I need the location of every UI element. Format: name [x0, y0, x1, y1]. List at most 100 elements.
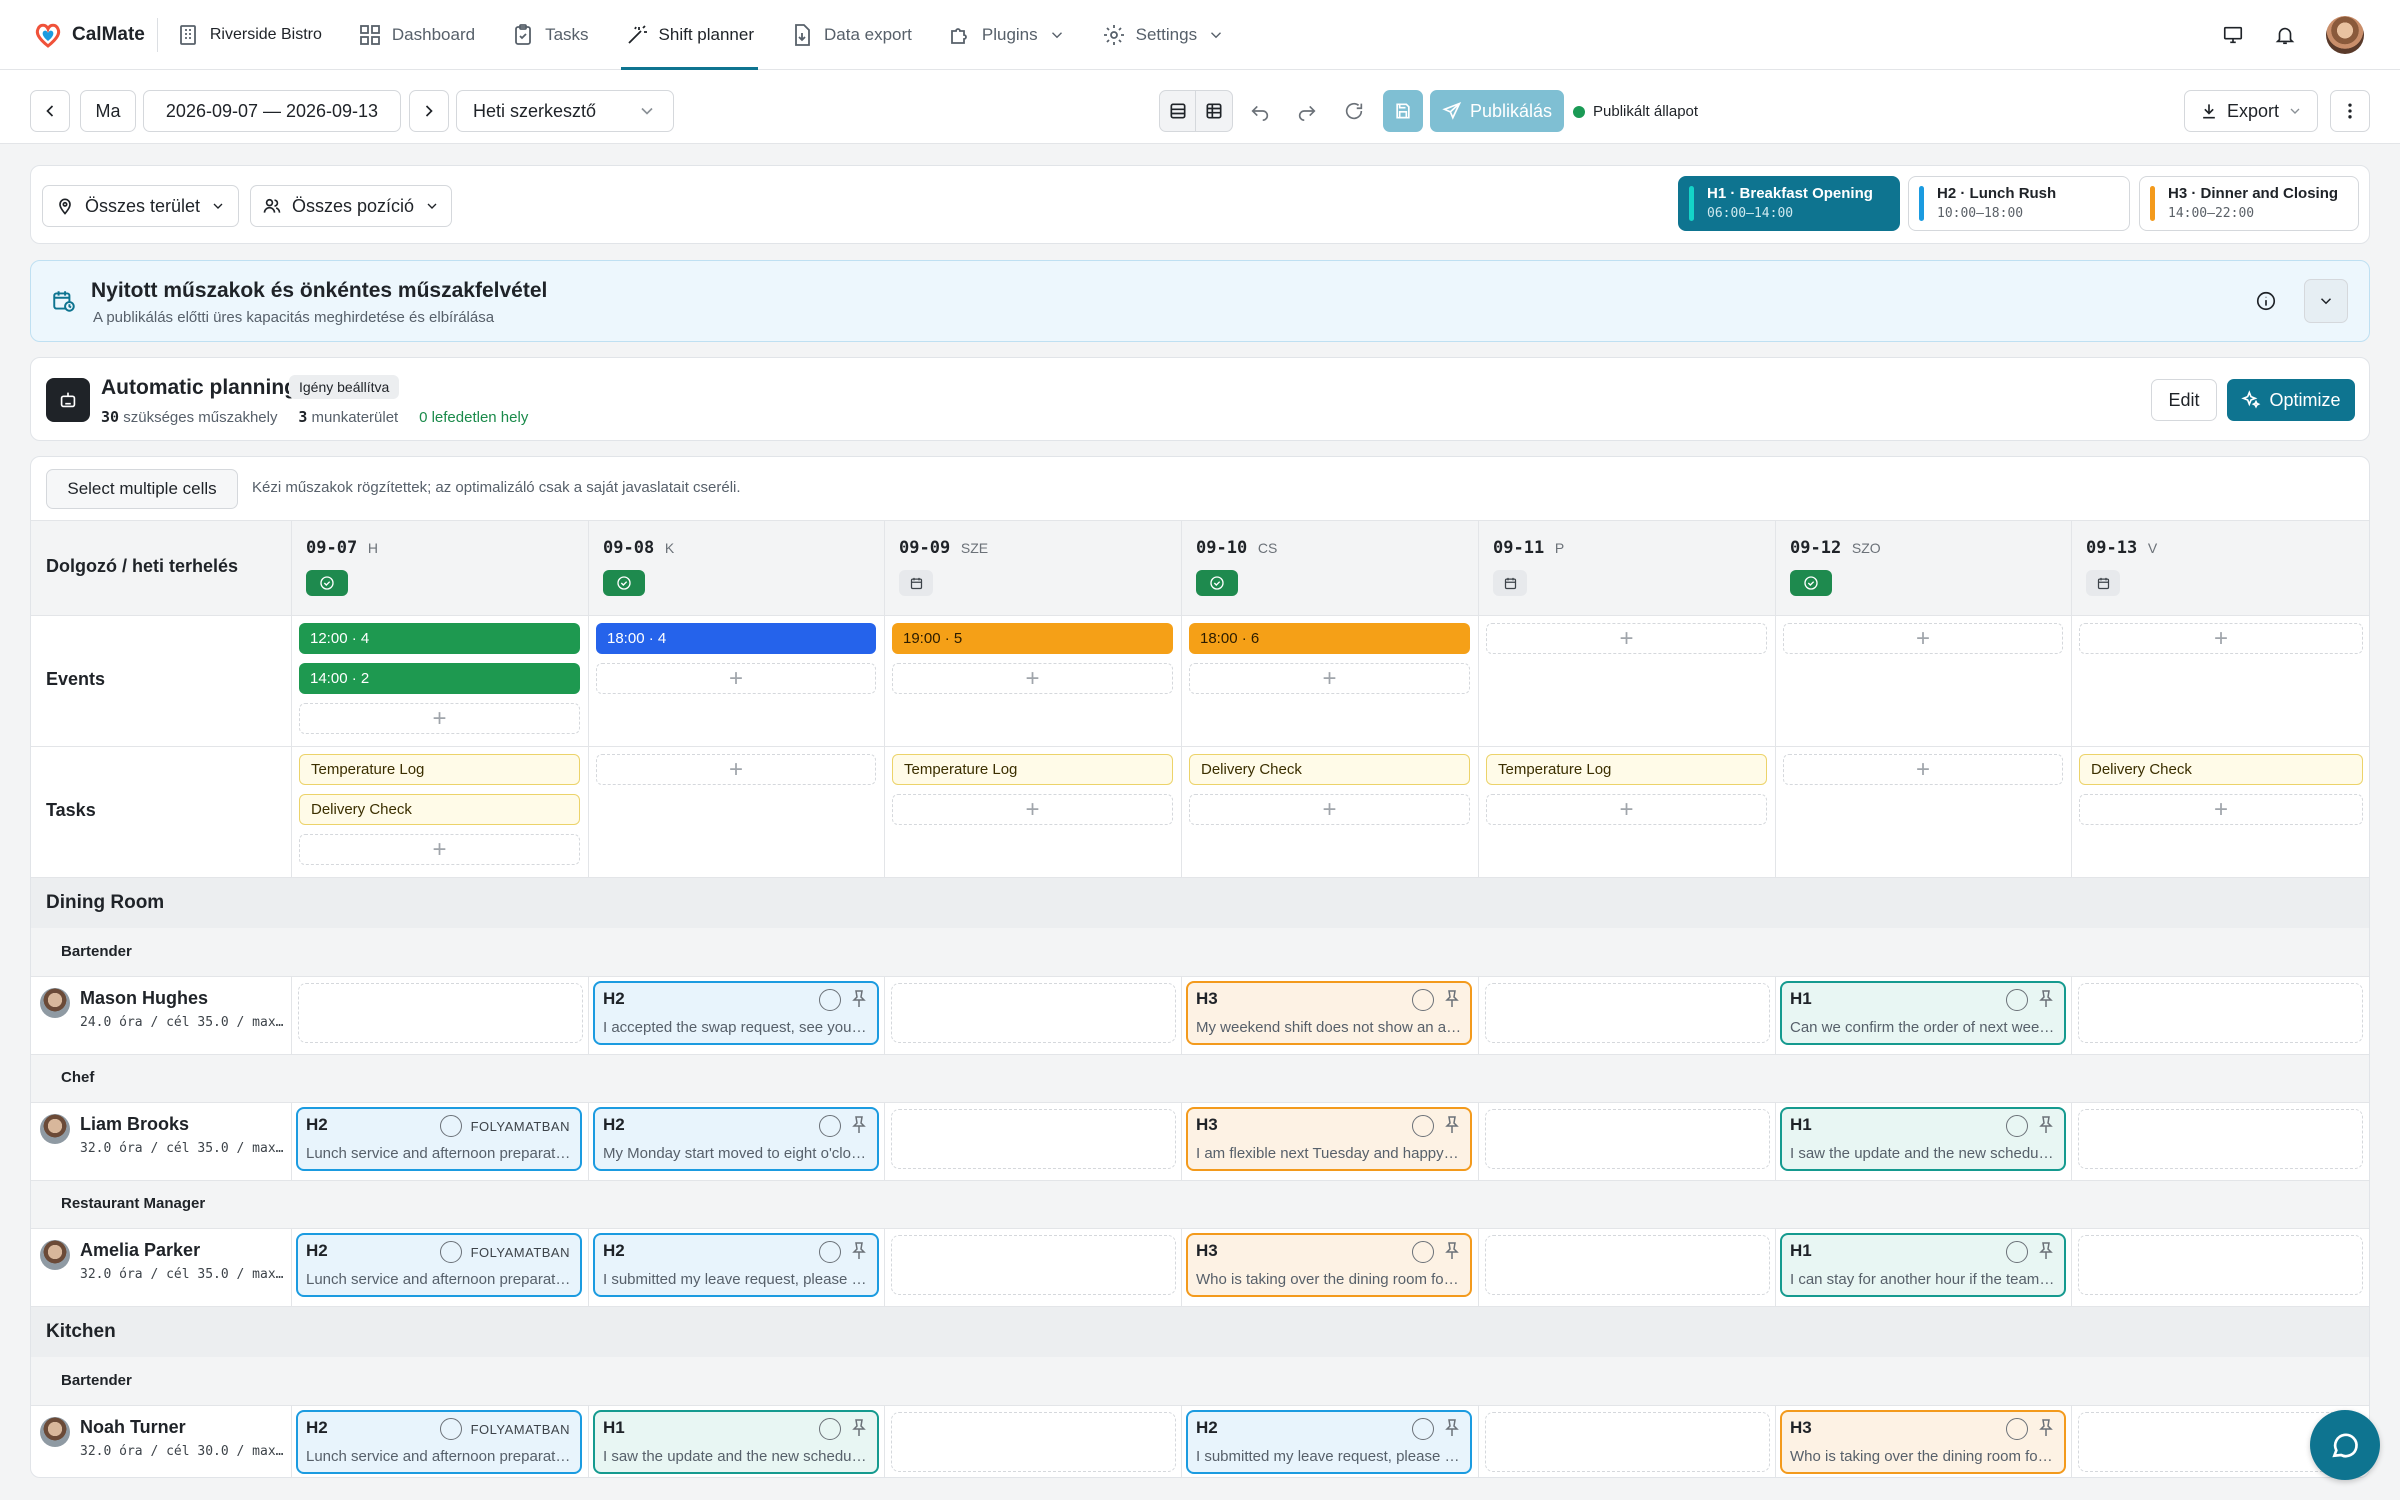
monitor-icon[interactable]	[2222, 24, 2244, 46]
layout-toggle[interactable]	[1159, 90, 1233, 132]
pin-icon[interactable]	[1444, 1418, 1460, 1438]
shift-card[interactable]: H2 FOLYAMATBAN Lunch service and afterno…	[296, 1107, 582, 1171]
brand[interactable]: CalMate	[0, 17, 158, 52]
employee-cell[interactable]: Amelia Parker 32.0 óra / cél 35.0 / max…	[40, 1240, 284, 1282]
reset-button[interactable]	[1337, 94, 1371, 128]
shift-card[interactable]: H2 FOLYAMATBAN Lunch service and afterno…	[296, 1233, 582, 1297]
nav-data-export[interactable]: Data export	[772, 0, 930, 70]
open-shifts-banner[interactable]: Nyitott műszakok és önkéntes műszakfelvé…	[30, 260, 2370, 342]
today-button[interactable]: Ma	[80, 90, 136, 132]
user-avatar[interactable]	[2326, 16, 2364, 54]
employee-cell[interactable]: Noah Turner 32.0 óra / cél 30.0 / max…	[40, 1417, 284, 1459]
optimize-button[interactable]: Optimize	[2227, 379, 2355, 421]
next-week-button[interactable]	[409, 90, 449, 132]
table-view-button[interactable]	[1196, 91, 1232, 131]
add-task-button[interactable]: +	[1486, 794, 1767, 825]
empty-shift-slot[interactable]	[2078, 1235, 2363, 1295]
add-task-button[interactable]: +	[892, 794, 1173, 825]
day-calendar-badge[interactable]	[2086, 570, 2120, 596]
task-chip[interactable]: Temperature Log	[299, 754, 580, 785]
edit-button[interactable]: Edit	[2151, 379, 2217, 421]
task-chip[interactable]: Temperature Log	[892, 754, 1173, 785]
shift-card[interactable]: H3 My weekend shift does not show an a…	[1186, 981, 1472, 1045]
day-calendar-badge[interactable]	[1493, 570, 1527, 596]
day-header[interactable]: 09-11 P	[1493, 538, 1564, 558]
empty-shift-slot[interactable]	[891, 983, 1176, 1043]
undo-button[interactable]	[1243, 94, 1277, 128]
shift-card[interactable]: H2 My Monday start moved to eight o'clo…	[593, 1107, 879, 1171]
pin-icon[interactable]	[851, 1418, 867, 1438]
chat-button[interactable]	[2310, 1410, 2380, 1480]
nav-tasks[interactable]: Tasks	[493, 0, 606, 70]
day-covered-badge[interactable]	[603, 570, 645, 596]
add-task-button[interactable]: +	[596, 754, 876, 785]
day-header[interactable]: 09-08 K	[603, 538, 674, 558]
add-task-button[interactable]: +	[2079, 794, 2363, 825]
pin-icon[interactable]	[1444, 989, 1460, 1009]
more-options-button[interactable]	[2330, 90, 2370, 132]
empty-shift-slot[interactable]	[1485, 1412, 1770, 1472]
empty-shift-slot[interactable]	[298, 983, 583, 1043]
nav-shift-planner[interactable]: Shift planner	[607, 0, 772, 70]
empty-shift-slot[interactable]	[2078, 1109, 2363, 1169]
shift-card[interactable]: H2 I submitted my leave request, please …	[1186, 1410, 1472, 1474]
collapse-banner-button[interactable]	[2304, 279, 2348, 323]
shift-type-h3[interactable]: H3 · Dinner and Closing 14:00–22:00	[2139, 176, 2359, 231]
day-calendar-badge[interactable]	[899, 570, 933, 596]
shift-card[interactable]: H3 I am flexible next Tuesday and happy …	[1186, 1107, 1472, 1171]
event-chip[interactable]: 19:00 · 5	[892, 623, 1173, 654]
redo-button[interactable]	[1290, 94, 1324, 128]
position-filter[interactable]: Összes pozíció	[250, 185, 452, 227]
event-chip[interactable]: 18:00 · 6	[1189, 623, 1470, 654]
shift-card[interactable]: H1 I saw the update and the new schedul…	[593, 1410, 879, 1474]
empty-shift-slot[interactable]	[2078, 983, 2363, 1043]
event-chip[interactable]: 14:00 · 2	[299, 663, 580, 694]
day-header[interactable]: 09-13 V	[2086, 538, 2157, 558]
shift-card[interactable]: H1 I can stay for another hour if the te…	[1780, 1233, 2066, 1297]
pin-icon[interactable]	[2038, 1115, 2054, 1135]
pin-icon[interactable]	[851, 1241, 867, 1261]
pin-icon[interactable]	[2038, 1241, 2054, 1261]
empty-shift-slot[interactable]	[1485, 1235, 1770, 1295]
nav-plugins[interactable]: Plugins	[930, 0, 1084, 70]
empty-shift-slot[interactable]	[891, 1109, 1176, 1169]
select-multiple-button[interactable]: Select multiple cells	[46, 469, 238, 509]
info-icon[interactable]	[2255, 290, 2277, 312]
add-event-button[interactable]: +	[2079, 623, 2363, 654]
task-chip[interactable]: Temperature Log	[1486, 754, 1767, 785]
pin-icon[interactable]	[851, 989, 867, 1009]
day-header[interactable]: 09-10 CS	[1196, 538, 1277, 558]
venue-selector[interactable]: Riverside Bistro	[158, 0, 340, 70]
empty-shift-slot[interactable]	[891, 1235, 1176, 1295]
add-event-button[interactable]: +	[596, 663, 876, 694]
nav-settings[interactable]: Settings	[1084, 0, 1243, 70]
shift-card[interactable]: H2 I accepted the swap request, see you …	[593, 981, 879, 1045]
shift-type-h2[interactable]: H2 · Lunch Rush 10:00–18:00	[1908, 176, 2130, 231]
add-task-button[interactable]: +	[299, 834, 580, 865]
day-covered-badge[interactable]	[1196, 570, 1238, 596]
event-chip[interactable]: 18:00 · 4	[596, 623, 876, 654]
prev-week-button[interactable]	[30, 90, 70, 132]
pin-icon[interactable]	[2038, 989, 2054, 1009]
shift-type-h1[interactable]: H1 · Breakfast Opening 06:00–14:00	[1678, 176, 1900, 231]
pin-icon[interactable]	[2038, 1418, 2054, 1438]
day-covered-badge[interactable]	[1790, 570, 1832, 596]
bell-icon[interactable]	[2274, 24, 2296, 46]
pin-icon[interactable]	[1444, 1115, 1460, 1135]
task-chip[interactable]: Delivery Check	[2079, 754, 2363, 785]
shift-card[interactable]: H2 I submitted my leave request, please …	[593, 1233, 879, 1297]
shift-card[interactable]: H1 I saw the update and the new schedul…	[1780, 1107, 2066, 1171]
add-event-button[interactable]: +	[1486, 623, 1767, 654]
day-header[interactable]: 09-07 H	[306, 538, 378, 558]
day-header[interactable]: 09-12 SZO	[1790, 538, 1881, 558]
shift-card[interactable]: H2 FOLYAMATBAN Lunch service and afterno…	[296, 1410, 582, 1474]
task-chip[interactable]: Delivery Check	[1189, 754, 1470, 785]
add-event-button[interactable]: +	[892, 663, 1173, 694]
view-select[interactable]: Heti szerkesztő	[456, 90, 674, 132]
add-task-button[interactable]: +	[1783, 754, 2063, 785]
day-header[interactable]: 09-09 SZE	[899, 538, 988, 558]
add-event-button[interactable]: +	[1189, 663, 1470, 694]
shift-card[interactable]: H3 Who is taking over the dining room fo…	[1780, 1410, 2066, 1474]
area-filter[interactable]: Összes terület	[42, 185, 239, 227]
compact-view-button[interactable]	[1160, 91, 1196, 131]
